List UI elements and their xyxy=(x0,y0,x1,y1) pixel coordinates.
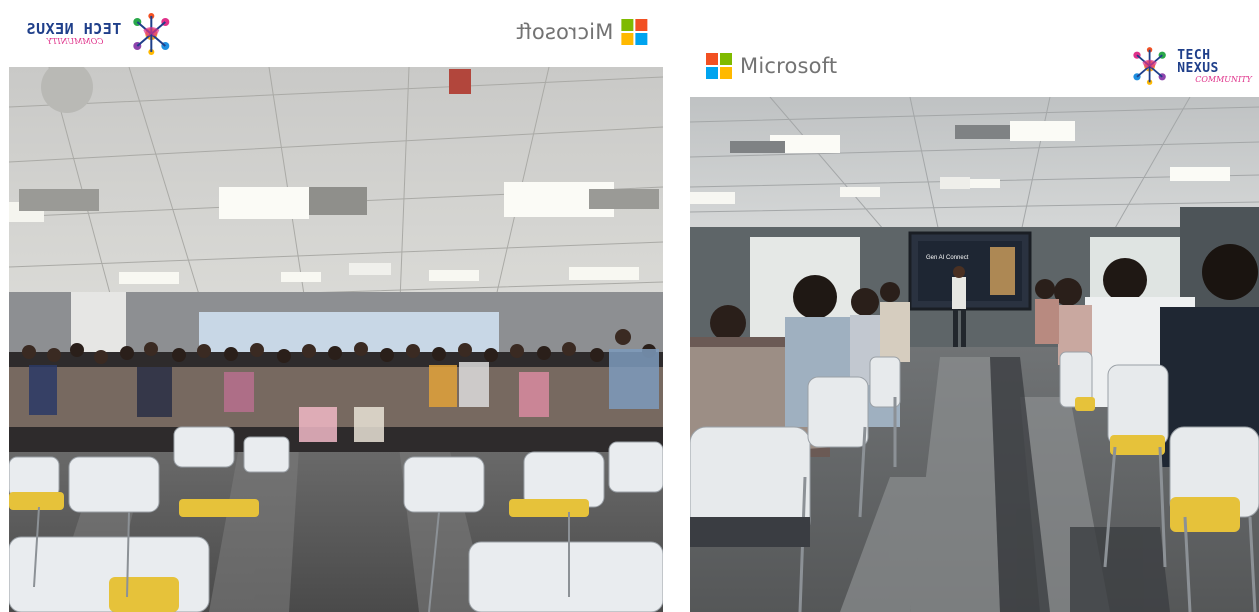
tech-nexus-logo: TECH NEXUS COMMUNITY xyxy=(1128,45,1259,87)
microsoft-squares-icon xyxy=(706,53,732,79)
left-panel: TECH NEXUS COMMUNITY Microsoft xyxy=(0,0,672,612)
group-photo xyxy=(9,67,663,612)
group-photo-scene xyxy=(9,67,663,612)
projector-slide-title: Gen AI Connect xyxy=(926,255,969,261)
auditorium-photo: Gen AI Connect xyxy=(690,97,1259,612)
right-panel: Microsoft TECH NEXUS COMMUNITY Gen AI Co… xyxy=(686,0,1259,612)
tech-nexus-emblem-icon xyxy=(133,13,170,55)
tech-nexus-emblem-icon xyxy=(1133,47,1166,85)
microsoft-squares-icon xyxy=(621,19,648,45)
tech-nexus-title: TECH NEXUS xyxy=(1177,47,1219,76)
microsoft-logo-mirrored: Microsoft xyxy=(516,19,648,45)
microsoft-wordmark: Microsoft xyxy=(516,20,614,44)
tech-nexus-subtitle: COMMUNITY xyxy=(46,37,104,46)
tech-nexus-subtitle: COMMUNITY xyxy=(1195,74,1252,84)
microsoft-logo: Microsoft xyxy=(706,53,837,79)
microsoft-wordmark: Microsoft xyxy=(740,54,838,78)
tech-nexus-logo-mirrored: TECH NEXUS COMMUNITY xyxy=(26,12,175,56)
tech-nexus-title: TECH NEXUS xyxy=(26,20,122,38)
auditorium-photo-scene: Gen AI Connect xyxy=(690,97,1259,612)
